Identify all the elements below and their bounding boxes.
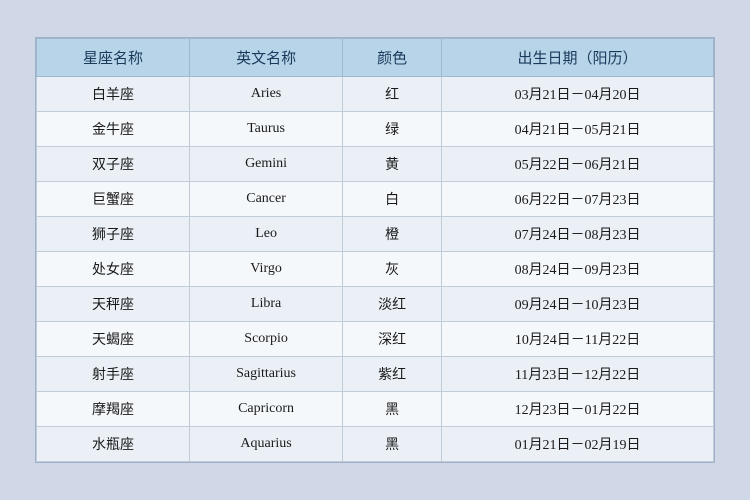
table-row: 水瓶座Aquarius黑01月21日－02月19日 [37,427,714,462]
cell-english-name: Taurus [190,112,343,147]
table-row: 处女座Virgo灰08月24日－09月23日 [37,252,714,287]
header-color: 颜色 [343,39,442,77]
cell-chinese-name: 双子座 [37,147,190,182]
cell-date: 08月24日－09月23日 [442,252,714,287]
cell-english-name: Aries [190,77,343,112]
cell-color: 淡红 [343,287,442,322]
cell-chinese-name: 天秤座 [37,287,190,322]
cell-chinese-name: 处女座 [37,252,190,287]
table-row: 巨蟹座Cancer白06月22日－07月23日 [37,182,714,217]
cell-chinese-name: 射手座 [37,357,190,392]
cell-color: 灰 [343,252,442,287]
cell-english-name: Gemini [190,147,343,182]
table-row: 天蝎座Scorpio深红10月24日－11月22日 [37,322,714,357]
cell-date: 12月23日－01月22日 [442,392,714,427]
cell-english-name: Libra [190,287,343,322]
cell-date: 04月21日－05月21日 [442,112,714,147]
table-header-row: 星座名称 英文名称 颜色 出生日期（阳历） [37,39,714,77]
cell-date: 05月22日－06月21日 [442,147,714,182]
cell-english-name: Virgo [190,252,343,287]
cell-chinese-name: 白羊座 [37,77,190,112]
cell-english-name: Sagittarius [190,357,343,392]
cell-color: 橙 [343,217,442,252]
cell-chinese-name: 狮子座 [37,217,190,252]
cell-date: 06月22日－07月23日 [442,182,714,217]
cell-chinese-name: 巨蟹座 [37,182,190,217]
table-row: 狮子座Leo橙07月24日－08月23日 [37,217,714,252]
cell-color: 黄 [343,147,442,182]
cell-color: 紫红 [343,357,442,392]
table-row: 白羊座Aries红03月21日－04月20日 [37,77,714,112]
cell-color: 黑 [343,427,442,462]
table-body: 白羊座Aries红03月21日－04月20日金牛座Taurus绿04月21日－0… [37,77,714,462]
cell-chinese-name: 天蝎座 [37,322,190,357]
zodiac-table-container: 星座名称 英文名称 颜色 出生日期（阳历） 白羊座Aries红03月21日－04… [35,37,715,463]
cell-english-name: Scorpio [190,322,343,357]
cell-color: 红 [343,77,442,112]
table-row: 摩羯座Capricorn黑12月23日－01月22日 [37,392,714,427]
cell-chinese-name: 摩羯座 [37,392,190,427]
table-row: 天秤座Libra淡红09月24日－10月23日 [37,287,714,322]
cell-english-name: Capricorn [190,392,343,427]
cell-english-name: Aquarius [190,427,343,462]
cell-date: 07月24日－08月23日 [442,217,714,252]
cell-english-name: Leo [190,217,343,252]
cell-date: 03月21日－04月20日 [442,77,714,112]
header-chinese-name: 星座名称 [37,39,190,77]
cell-color: 绿 [343,112,442,147]
cell-date: 11月23日－12月22日 [442,357,714,392]
cell-chinese-name: 金牛座 [37,112,190,147]
header-date: 出生日期（阳历） [442,39,714,77]
table-row: 双子座Gemini黄05月22日－06月21日 [37,147,714,182]
header-english-name: 英文名称 [190,39,343,77]
cell-color: 白 [343,182,442,217]
cell-chinese-name: 水瓶座 [37,427,190,462]
cell-color: 深红 [343,322,442,357]
zodiac-table: 星座名称 英文名称 颜色 出生日期（阳历） 白羊座Aries红03月21日－04… [36,38,714,462]
cell-color: 黑 [343,392,442,427]
cell-date: 01月21日－02月19日 [442,427,714,462]
table-row: 射手座Sagittarius紫红11月23日－12月22日 [37,357,714,392]
cell-english-name: Cancer [190,182,343,217]
cell-date: 09月24日－10月23日 [442,287,714,322]
cell-date: 10月24日－11月22日 [442,322,714,357]
table-row: 金牛座Taurus绿04月21日－05月21日 [37,112,714,147]
